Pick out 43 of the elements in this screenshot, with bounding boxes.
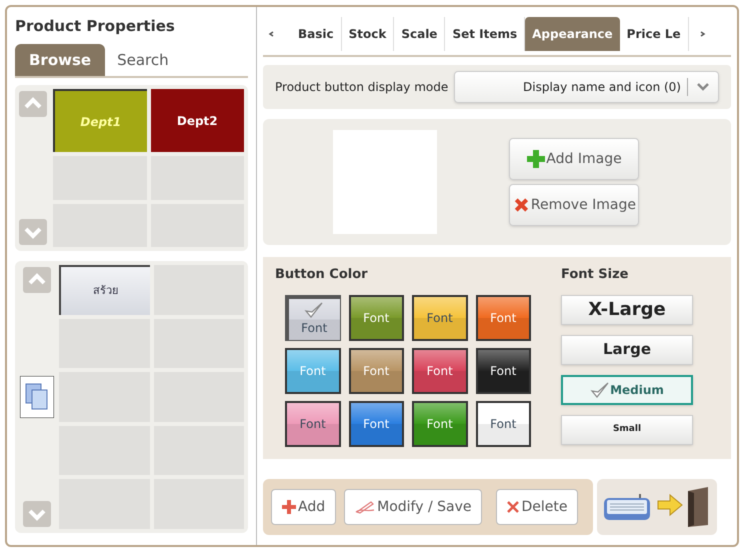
font-size-button[interactable]: X-Large (561, 294, 693, 324)
property-tab[interactable]: Price Le (620, 17, 689, 51)
field-label: Product button display mode (275, 79, 448, 96)
plus-icon (282, 500, 296, 514)
pen-icon (355, 500, 376, 514)
property-tab[interactable]: Basic (291, 17, 342, 51)
plus-icon (526, 149, 546, 169)
check-icon (304, 301, 324, 319)
section-heading: Font Size (561, 266, 630, 284)
color-swatch[interactable]: Font (348, 400, 404, 446)
image-button[interactable]: Add Image (509, 138, 639, 180)
color-swatch[interactable]: Font (476, 348, 531, 394)
scroll-down-button[interactable] (23, 501, 51, 527)
chevron-down-icon (696, 82, 710, 92)
font-size-button[interactable]: Medium (561, 374, 693, 404)
property-tab[interactable]: Appearance (525, 17, 620, 51)
color-swatch[interactable]: Font (285, 294, 340, 340)
action-button[interactable]: Delete (496, 489, 578, 525)
scroll-up-button[interactable] (19, 91, 47, 117)
action-button[interactable]: Modify / Save (344, 489, 482, 525)
property-tab[interactable]: Scale (394, 17, 446, 51)
department-button[interactable]: Dept2 (150, 89, 244, 152)
image-button[interactable]: Remove Image (509, 184, 639, 226)
product-button[interactable]: สร้วย (59, 265, 150, 315)
color-swatch[interactable]: Font (412, 400, 468, 446)
panel-title: Product Properties (15, 16, 176, 37)
action-button[interactable]: Add (271, 489, 336, 525)
cross-icon (507, 501, 520, 513)
scroll-down-button[interactable] (19, 219, 47, 245)
color-swatch[interactable]: Font (412, 348, 468, 394)
color-swatch[interactable]: Font (285, 400, 340, 446)
scroll-up-button[interactable] (23, 267, 51, 293)
check-icon (590, 380, 610, 398)
browse-tab[interactable]: Search (105, 44, 181, 76)
section-heading: Button Color (275, 266, 369, 284)
font-size-button[interactable]: Large (561, 334, 693, 364)
copy-icon[interactable] (20, 376, 54, 418)
color-swatch[interactable]: Font (476, 400, 531, 446)
browse-tab[interactable]: Browse (15, 44, 106, 76)
property-tab[interactable]: Stock (342, 17, 394, 51)
color-swatch[interactable]: Font (412, 294, 468, 340)
font-size-button[interactable]: Small (561, 414, 693, 444)
display-mode-dropdown[interactable]: Display name and icon (0) (454, 71, 719, 103)
